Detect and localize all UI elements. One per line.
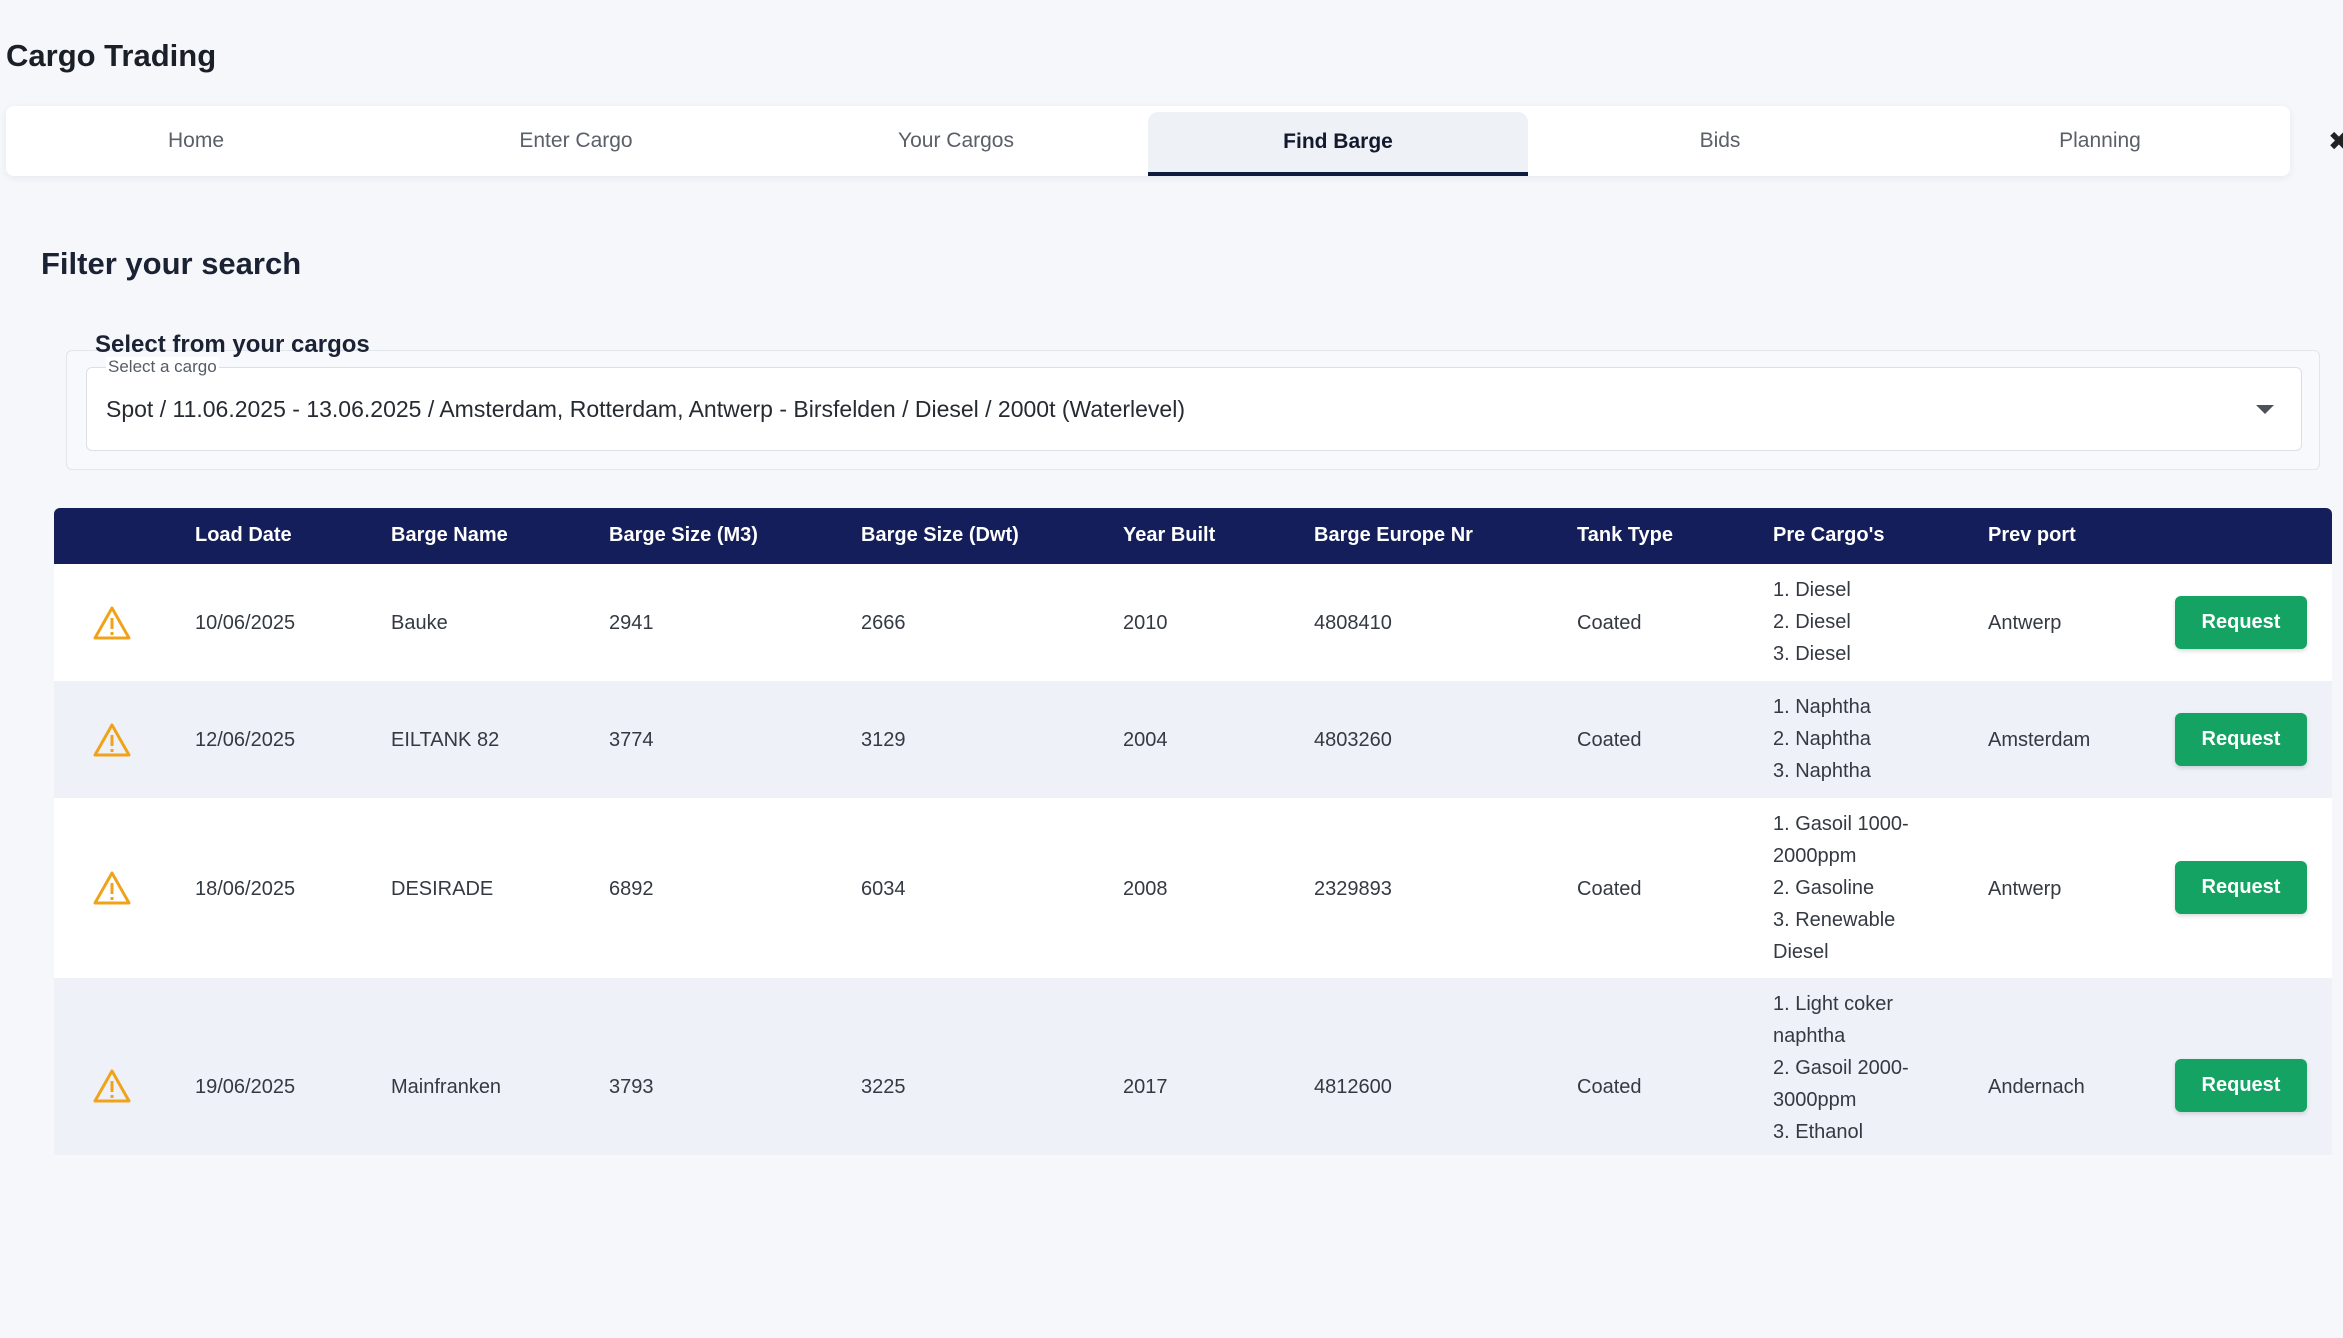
request-button[interactable]: Request — [2175, 861, 2307, 914]
pre-cargo-item: 2. Diesel — [1773, 611, 1851, 633]
cell-size-m3: 6892 — [609, 878, 654, 900]
cell-prev-port: Amsterdam — [1988, 729, 2091, 751]
table-row: 19/06/2025 Mainfranken 3793 3225 2017 48… — [54, 978, 2332, 1155]
header-load-date[interactable]: Load Date — [195, 524, 292, 547]
cell-pre-cargos: 1. Naphtha 2. Naphtha 3. Naphtha — [1773, 691, 1943, 787]
pre-cargo-item: 1. Light coker naphtha — [1773, 993, 1894, 1047]
warning-icon — [93, 606, 131, 640]
pre-cargo-item: 2. Naphtha — [1773, 728, 1871, 750]
cell-pre-cargos: 1. Diesel 2. Diesel 3. Diesel — [1773, 574, 1943, 670]
chevron-down-icon[interactable] — [2256, 405, 2274, 414]
header-barge-name[interactable]: Barge Name — [391, 524, 508, 547]
tab-planning[interactable]: Planning — [1910, 106, 2290, 176]
cell-prev-port: Antwerp — [1988, 878, 2062, 900]
tab-home[interactable]: Home — [6, 106, 386, 176]
cell-size-m3: 3774 — [609, 729, 654, 751]
cargo-select-value[interactable]: Spot / 11.06.2025 - 13.06.2025 / Amsterd… — [106, 396, 1185, 423]
barge-table: Load Date Barge Name Barge Size (M3) Bar… — [54, 508, 2332, 1155]
cell-prev-port: Andernach — [1988, 1076, 2085, 1098]
warning-icon — [93, 1069, 131, 1103]
cell-europe-nr: 4803260 — [1314, 729, 1392, 751]
cell-tank-type: Coated — [1577, 878, 1642, 900]
table-header: Load Date Barge Name Barge Size (M3) Bar… — [54, 508, 2332, 564]
table-row: 12/06/2025 EILTANK 82 3774 3129 2004 480… — [54, 681, 2332, 798]
pre-cargo-item: 3. Ethanol — [1773, 1121, 1864, 1143]
warning-icon — [93, 723, 131, 757]
cell-barge-name: Bauke — [391, 612, 448, 634]
cell-size-dwt: 3225 — [861, 1076, 906, 1098]
cell-size-m3: 2941 — [609, 612, 654, 634]
cell-pre-cargos: 1. Gasoil 1000-2000ppm 2. Gasoline 3. Re… — [1773, 808, 1943, 968]
cell-load-date: 12/06/2025 — [195, 729, 296, 751]
cell-size-dwt: 6034 — [861, 878, 906, 900]
cell-year-built: 2008 — [1123, 878, 1168, 900]
cell-year-built: 2010 — [1123, 612, 1168, 634]
app-title: Cargo Trading — [6, 38, 217, 73]
header-barge-size-m3[interactable]: Barge Size (M3) — [609, 524, 758, 547]
cell-europe-nr: 4812600 — [1314, 1076, 1392, 1098]
cell-pre-cargos: 1. Light coker naphtha 2. Gasoil 2000-30… — [1773, 988, 1943, 1148]
cell-size-dwt: 3129 — [861, 729, 906, 751]
pre-cargo-item: 3. Diesel — [1773, 643, 1851, 665]
pre-cargo-item: 1. Naphtha — [1773, 696, 1871, 718]
request-button[interactable]: Request — [2175, 1059, 2307, 1112]
request-button[interactable]: Request — [2175, 713, 2307, 766]
pre-cargo-item: 2. Gasoline — [1773, 877, 1875, 899]
pre-cargo-item: 1. Diesel — [1773, 579, 1851, 601]
pre-cargo-item: 3. Renewable Diesel — [1773, 909, 1896, 963]
table-row: 18/06/2025 DESIRADE 6892 6034 2008 23298… — [54, 798, 2332, 978]
header-year-built[interactable]: Year Built — [1123, 524, 1215, 547]
cell-tank-type: Coated — [1577, 612, 1642, 634]
cell-barge-name: Mainfranken — [391, 1076, 502, 1098]
cell-load-date: 10/06/2025 — [195, 612, 296, 634]
cargo-select-label: Select a cargo — [106, 357, 219, 377]
tab-bids[interactable]: Bids — [1530, 106, 1910, 176]
table-row: 10/06/2025 Bauke 2941 2666 2010 4808410 … — [54, 564, 2332, 681]
header-europe-nr[interactable]: Barge Europe Nr — [1314, 524, 1473, 547]
cell-size-dwt: 2666 — [861, 612, 906, 634]
cell-barge-name: EILTANK 82 — [391, 729, 500, 751]
cell-europe-nr: 2329893 — [1314, 878, 1392, 900]
cell-tank-type: Coated — [1577, 1076, 1642, 1098]
cell-load-date: 18/06/2025 — [195, 878, 296, 900]
header-barge-size-dwt[interactable]: Barge Size (Dwt) — [861, 524, 1019, 547]
cell-barge-name: DESIRADE — [391, 878, 494, 900]
cell-europe-nr: 4808410 — [1314, 612, 1392, 634]
tab-enter-cargo[interactable]: Enter Cargo — [386, 106, 766, 176]
cargo-filter-legend: Select from your cargos — [95, 331, 370, 358]
cell-tank-type: Coated — [1577, 729, 1642, 751]
request-button[interactable]: Request — [2175, 596, 2307, 649]
cell-load-date: 19/06/2025 — [195, 1076, 296, 1098]
cell-prev-port: Antwerp — [1988, 612, 2062, 634]
header-prev-port[interactable]: Prev port — [1988, 524, 2076, 547]
cell-year-built: 2017 — [1123, 1076, 1168, 1098]
close-icon[interactable]: ✖ — [2328, 126, 2343, 157]
cell-year-built: 2004 — [1123, 729, 1168, 751]
pre-cargo-item: 1. Gasoil 1000-2000ppm — [1773, 813, 1909, 867]
tab-find-barge[interactable]: Find Barge — [1148, 112, 1528, 176]
pre-cargo-item: 2. Gasoil 2000-3000ppm — [1773, 1057, 1909, 1111]
tab-your-cargos[interactable]: Your Cargos — [766, 106, 1146, 176]
header-pre-cargos[interactable]: Pre Cargo's — [1773, 524, 1884, 547]
cell-size-m3: 3793 — [609, 1076, 654, 1098]
header-tank-type[interactable]: Tank Type — [1577, 524, 1673, 547]
tab-bar: Home Enter Cargo Your Cargos Find Barge … — [6, 106, 2290, 176]
pre-cargo-item: 3. Naphtha — [1773, 760, 1871, 782]
warning-icon — [93, 871, 131, 905]
filter-title: Filter your search — [41, 246, 302, 281]
